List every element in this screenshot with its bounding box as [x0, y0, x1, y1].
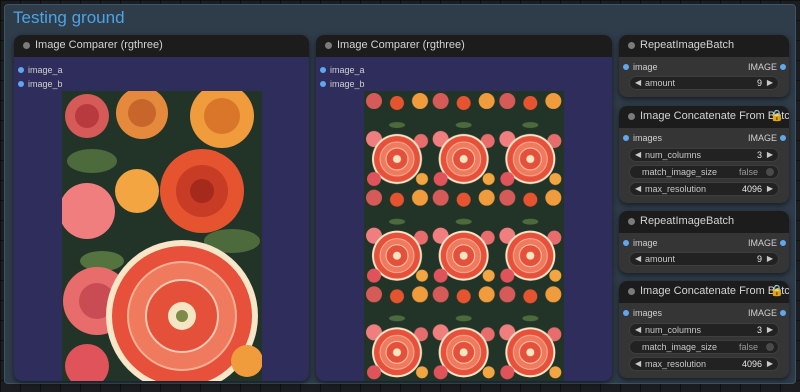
decrement-icon[interactable]: ◀	[635, 359, 641, 368]
node-title: RepeatImageBatch	[640, 215, 735, 227]
input-images[interactable]: images	[633, 133, 662, 143]
decrement-icon[interactable]: ◀	[635, 325, 641, 334]
input-dot-icon[interactable]	[623, 64, 629, 70]
node-badge-icon: 🔒	[770, 110, 784, 122]
collapse-dot-icon[interactable]	[628, 42, 635, 49]
node-header[interactable]: RepeatImageBatch	[619, 211, 789, 233]
image-comparer-node-1[interactable]: Image Comparer (rgthree) image_a image_b	[14, 35, 309, 381]
input-image[interactable]: image	[633, 238, 658, 248]
node-header[interactable]: RepeatImageBatch	[619, 35, 789, 57]
toggle-knob-icon[interactable]	[766, 343, 774, 351]
input-image[interactable]: image	[633, 62, 658, 72]
node-header[interactable]: Image Concatenate From Batch 🔒	[619, 106, 789, 128]
input-dot-icon[interactable]	[320, 81, 326, 87]
decrement-icon[interactable]: ◀	[635, 150, 641, 159]
node-title: Image Concatenate From Batch	[640, 110, 789, 122]
output-image[interactable]: IMAGE	[748, 133, 777, 143]
comparison-image[interactable]	[62, 91, 262, 381]
decrement-icon[interactable]: ◀	[635, 184, 641, 193]
input-dot-icon[interactable]	[623, 310, 629, 316]
max-resolution-widget[interactable]: ◀ max_resolution 4096 ▶	[629, 357, 779, 371]
output-dot-icon[interactable]	[780, 310, 786, 316]
node-title: Image Comparer (rgthree)	[337, 39, 465, 51]
node-title: Image Comparer (rgthree)	[35, 39, 163, 51]
collapse-dot-icon[interactable]	[325, 42, 332, 49]
output-image[interactable]: IMAGE	[748, 308, 777, 318]
increment-icon[interactable]: ▶	[767, 254, 773, 263]
match-image-size-toggle[interactable]: match_image_size false	[629, 340, 779, 354]
repeat-image-batch-node-2[interactable]: RepeatImageBatch image IMAGE ◀ amount 9 …	[619, 211, 789, 273]
image-concatenate-node-2[interactable]: Image Concatenate From Batch 🔒 images IM…	[619, 281, 789, 378]
output-dot-icon[interactable]	[780, 240, 786, 246]
match-image-size-toggle[interactable]: match_image_size false	[629, 165, 779, 179]
output-dot-icon[interactable]	[780, 64, 786, 70]
input-images[interactable]: images	[633, 308, 662, 318]
node-badge-icon: 🔒	[770, 285, 784, 297]
repeat-image-batch-node-1[interactable]: RepeatImageBatch image IMAGE ◀ amount 9 …	[619, 35, 789, 97]
max-resolution-widget[interactable]: ◀ max_resolution 4096 ▶	[629, 182, 779, 196]
input-dot-icon[interactable]	[623, 240, 629, 246]
input-dot-icon[interactable]	[320, 67, 326, 73]
image-concatenate-node-1[interactable]: Image Concatenate From Batch 🔒 images IM…	[619, 106, 789, 203]
num-columns-widget[interactable]: ◀ num_columns 3 ▶	[629, 148, 779, 162]
comparison-image[interactable]	[364, 91, 564, 381]
increment-icon[interactable]: ▶	[767, 184, 773, 193]
amount-widget[interactable]: ◀ amount 9 ▶	[629, 76, 779, 90]
input-image-b[interactable]: image_b	[330, 79, 365, 89]
amount-widget[interactable]: ◀ amount 9 ▶	[629, 252, 779, 266]
node-header[interactable]: Image Concatenate From Batch 🔒	[619, 281, 789, 303]
increment-icon[interactable]: ▶	[767, 359, 773, 368]
collapse-dot-icon[interactable]	[628, 113, 635, 120]
input-dot-icon[interactable]	[18, 67, 24, 73]
num-columns-widget[interactable]: ◀ num_columns 3 ▶	[629, 323, 779, 337]
output-image[interactable]: IMAGE	[748, 238, 777, 248]
collapse-dot-icon[interactable]	[628, 288, 635, 295]
decrement-icon[interactable]: ◀	[635, 254, 641, 263]
collapse-dot-icon[interactable]	[628, 218, 635, 225]
toggle-knob-icon[interactable]	[766, 168, 774, 176]
increment-icon[interactable]: ▶	[767, 78, 773, 87]
increment-icon[interactable]: ▶	[767, 150, 773, 159]
input-image-b[interactable]: image_b	[28, 79, 63, 89]
testing-ground-group[interactable]: Testing ground Image Comparer (rgthree) …	[4, 4, 796, 384]
image-comparer-node-2[interactable]: Image Comparer (rgthree) image_a image_b	[316, 35, 612, 381]
node-header[interactable]: Image Comparer (rgthree)	[14, 35, 309, 57]
group-title[interactable]: Testing ground	[13, 8, 125, 28]
increment-icon[interactable]: ▶	[767, 325, 773, 334]
output-dot-icon[interactable]	[780, 135, 786, 141]
decrement-icon[interactable]: ◀	[635, 78, 641, 87]
node-header[interactable]: Image Comparer (rgthree)	[316, 35, 612, 57]
input-image-a[interactable]: image_a	[28, 65, 63, 75]
collapse-dot-icon[interactable]	[23, 42, 30, 49]
output-image[interactable]: IMAGE	[748, 62, 777, 72]
input-dot-icon[interactable]	[18, 81, 24, 87]
node-title: RepeatImageBatch	[640, 39, 735, 51]
node-title: Image Concatenate From Batch	[640, 285, 789, 297]
input-dot-icon[interactable]	[623, 135, 629, 141]
input-image-a[interactable]: image_a	[330, 65, 365, 75]
